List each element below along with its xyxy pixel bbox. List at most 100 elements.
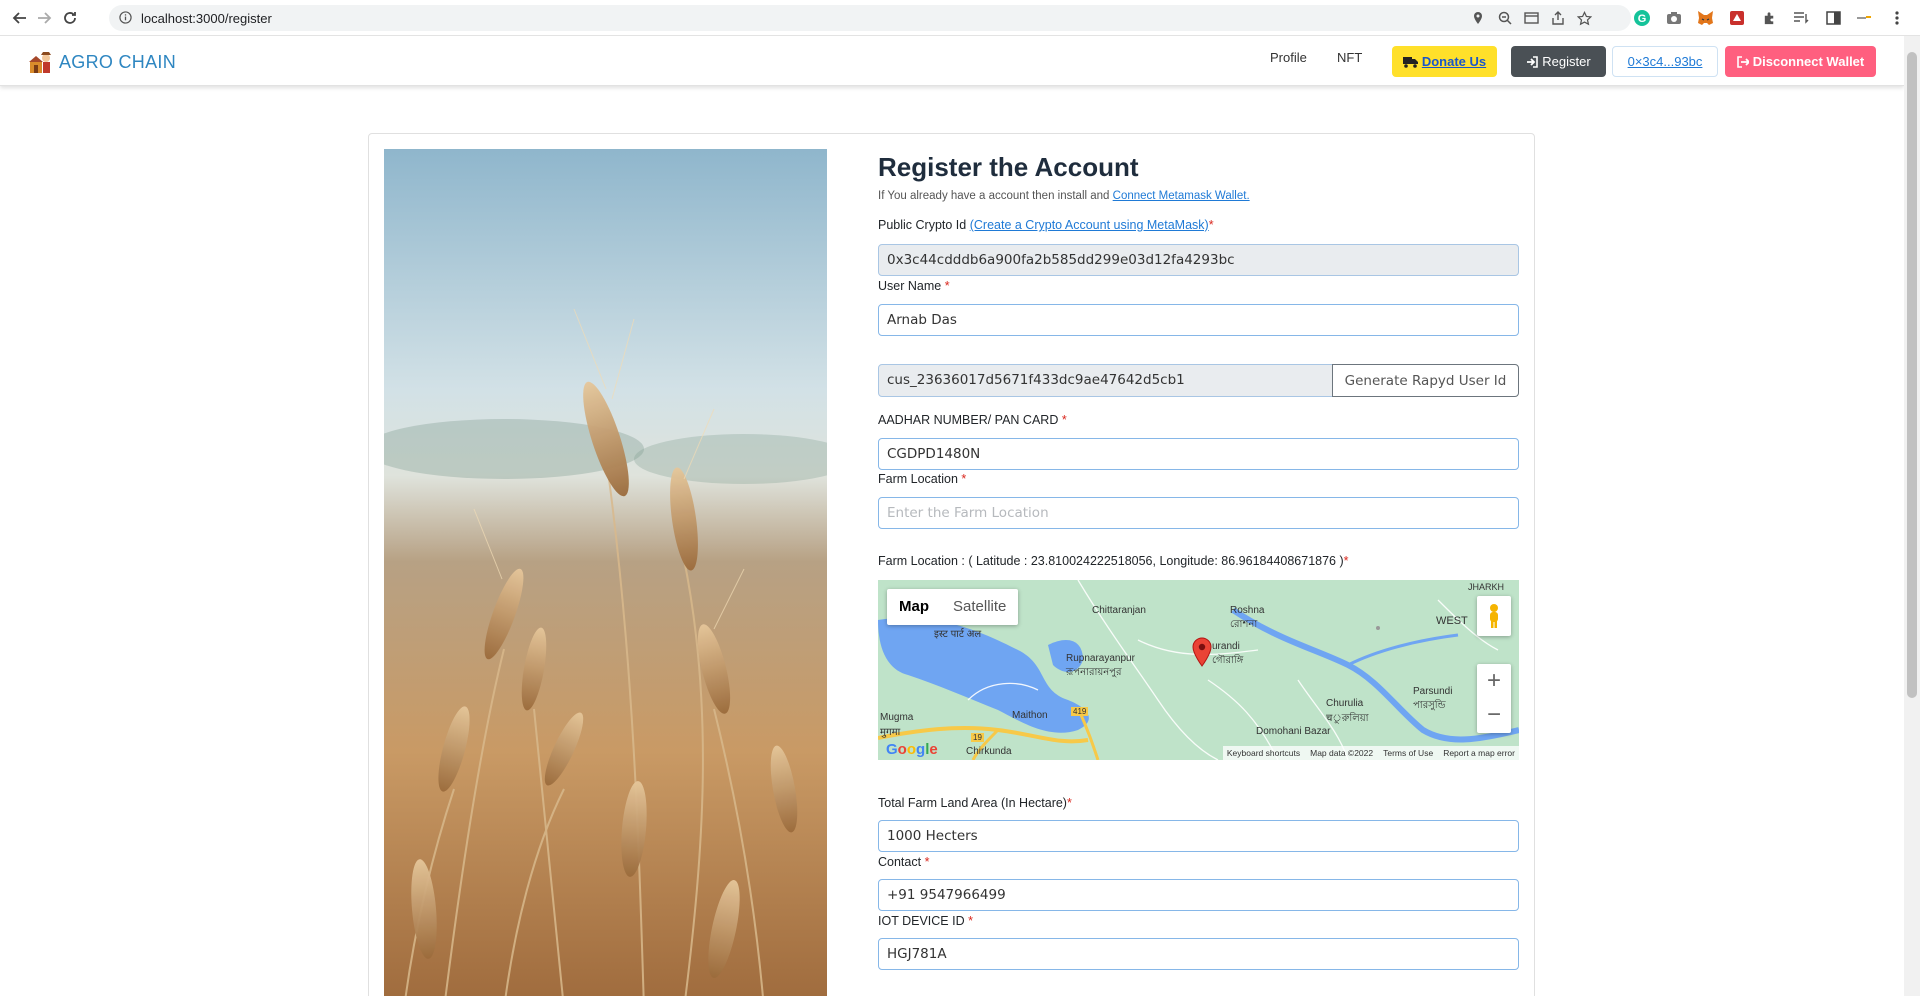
map-data-text: Map data ©2022 — [1310, 748, 1374, 758]
farm-location-field[interactable]: Enter the Farm Location — [878, 497, 1519, 529]
road-19-label: 19 — [971, 733, 984, 742]
disconnect-label: Disconnect Wallet — [1752, 54, 1865, 69]
required-mark: * — [1343, 554, 1349, 568]
required-mark: * — [1061, 413, 1067, 427]
contact-label-text: Contact — [878, 855, 922, 869]
report-map-error-link[interactable]: Report a map error — [1443, 748, 1515, 758]
aadhar-label-text: AADHAR NUMBER/ PAN CARD — [878, 413, 1059, 427]
subtitle: If You already have a account then insta… — [878, 190, 1250, 202]
area-label: Total Farm Land Area (In Hectare)* — [878, 796, 1072, 810]
map-label-churulia: Churulia — [1326, 698, 1364, 709]
street-view-pegman-icon[interactable] — [1477, 596, 1511, 636]
required-mark: * — [924, 855, 930, 869]
connect-metamask-link[interactable]: Connect Metamask Wallet. — [1113, 190, 1250, 202]
register-card: Register the Account If You already have… — [368, 133, 1535, 996]
username-field[interactable]: Arnab Das — [878, 304, 1519, 336]
create-crypto-account-link[interactable]: (Create a Crypto Account using MetaMask) — [970, 218, 1209, 232]
crypto-id-label-text: Public Crypto Id — [878, 218, 970, 232]
map-label-gourandi-local: গৌরাঙ্গি — [1212, 655, 1244, 666]
nav-profile-link[interactable]: Profile — [1270, 50, 1307, 65]
coordinates-label: Farm Location : ( Latitude : 23.81002422… — [878, 554, 1349, 568]
donate-button[interactable]: Donate Us — [1392, 46, 1497, 77]
iot-device-field[interactable]: HGJ781A — [878, 938, 1519, 970]
generate-rapyd-id-button[interactable]: Generate Rapyd User Id — [1332, 364, 1519, 397]
contact-field[interactable]: +91 9547966499 — [878, 879, 1519, 911]
map-type-satellite-button[interactable]: Satellite — [941, 589, 1018, 625]
map-label-rupnarayanpur: Rupnarayanpur — [1066, 653, 1135, 664]
map-label-maithon: Maithon — [1012, 710, 1048, 721]
area-field[interactable]: 1000 Hecters — [878, 820, 1519, 852]
map-label-mugma-local: मुगमा — [880, 727, 901, 738]
google-map[interactable]: Chittaranjan Roshna রোশনা Rupnarayanpur … — [878, 580, 1519, 760]
crypto-id-label: Public Crypto Id (Create a Crypto Accoun… — [878, 218, 1214, 232]
register-label: Register — [1542, 54, 1591, 69]
map-type-control: Map Satellite — [887, 589, 1019, 625]
map-label-mugma: Mugma — [880, 712, 914, 723]
road-419-label: 419 — [1071, 707, 1089, 716]
farm-location-label-text: Farm Location — [878, 472, 958, 486]
crypto-id-field[interactable]: 0x3c44cdddb6a900fa2b585dd299e03d12fa4293… — [878, 244, 1519, 276]
info-icon[interactable] — [119, 11, 132, 29]
side-panel-icon[interactable] — [1824, 9, 1842, 27]
farmer-logo-icon — [29, 52, 51, 73]
username-label-text: User Name — [878, 279, 942, 293]
share-icon[interactable] — [1549, 9, 1567, 27]
iot-label: IOT DEVICE ID * — [878, 914, 973, 928]
reading-list-icon[interactable] — [1792, 9, 1810, 27]
map-marker-icon[interactable] — [1192, 637, 1212, 667]
required-mark: * — [1208, 218, 1214, 232]
card-icon[interactable] — [1522, 9, 1540, 27]
keyboard-shortcuts-link[interactable]: Keyboard shortcuts — [1227, 748, 1300, 758]
register-button[interactable]: Register — [1511, 46, 1606, 77]
area-label-text: Total Farm Land Area (In Hectare) — [878, 796, 1067, 810]
required-mark: * — [1066, 796, 1072, 810]
brand-link[interactable]: AGRO CHAIN — [27, 49, 176, 75]
map-label-roshna: Roshna — [1230, 605, 1265, 616]
grammarly-icon[interactable]: G — [1633, 9, 1651, 27]
extension-red-icon[interactable] — [1728, 9, 1746, 27]
map-label-jharkhand: JHARKH — [1468, 582, 1505, 592]
iot-label-text: IOT DEVICE ID — [878, 914, 965, 928]
truck-icon — [1402, 56, 1418, 68]
coordinates-text: Farm Location : ( Latitude : 23.81002422… — [878, 554, 1344, 568]
map-label-chittaranjan: Chittaranjan — [1092, 605, 1146, 616]
terms-of-use-link[interactable]: Terms of Use — [1383, 748, 1433, 758]
scrollbar-thumb[interactable] — [1907, 52, 1917, 698]
zoom-out-button[interactable]: − — [1477, 698, 1511, 732]
subtitle-text: If You already have a account then insta… — [878, 190, 1113, 202]
map-label-churulia-local: चুরুলিয়া — [1326, 713, 1369, 724]
profile-icon[interactable] — [1855, 9, 1873, 27]
zoom-in-button[interactable]: + — [1477, 664, 1511, 698]
farm-location-label: Farm Location * — [878, 472, 966, 486]
map-label-roshna-local: রোশনা — [1230, 619, 1258, 630]
extensions-puzzle-icon[interactable] — [1760, 9, 1778, 27]
scrollbar[interactable] — [1904, 36, 1920, 996]
rapyd-user-id-field[interactable]: cus_23636017d5671f433dc9ae47642d5cb1 — [878, 364, 1333, 397]
zoom-icon[interactable] — [1496, 9, 1514, 27]
reload-icon[interactable] — [60, 8, 80, 28]
map-zoom-control: + − — [1477, 664, 1511, 733]
wallet-address-button[interactable]: 0×3c4...93bc — [1612, 46, 1718, 77]
nav-nft-link[interactable]: NFT — [1337, 50, 1362, 65]
address-bar[interactable]: localhost:3000/register — [109, 5, 1631, 31]
url-text: localhost:3000/register — [141, 11, 272, 26]
forward-arrow-icon[interactable] — [34, 8, 54, 28]
bookmark-star-icon[interactable] — [1575, 9, 1593, 27]
kebab-menu-icon[interactable] — [1888, 9, 1906, 27]
map-type-map-button[interactable]: Map — [887, 589, 941, 625]
camera-icon[interactable] — [1665, 9, 1683, 27]
map-label-parsundi: Parsundi — [1413, 686, 1453, 697]
wheat-field-image — [384, 149, 827, 996]
map-footer: Keyboard shortcuts Map data ©2022 Terms … — [1222, 746, 1519, 760]
page-title: Register the Account — [878, 152, 1139, 182]
back-arrow-icon[interactable] — [10, 8, 30, 28]
sign-out-icon — [1736, 55, 1749, 68]
rapyd-group: cus_23636017d5671f433dc9ae47642d5cb1 Gen… — [878, 364, 1519, 397]
page: AGRO CHAIN Profile NFT Donate Us Registe… — [0, 36, 1904, 996]
aadhar-field[interactable]: CGDPD1480N — [878, 438, 1519, 470]
metamask-fox-icon[interactable] — [1696, 9, 1714, 27]
donate-label: Donate Us — [1421, 54, 1487, 69]
disconnect-wallet-button[interactable]: Disconnect Wallet — [1725, 46, 1876, 77]
username-label: User Name * — [878, 279, 950, 293]
location-icon[interactable] — [1469, 9, 1487, 27]
